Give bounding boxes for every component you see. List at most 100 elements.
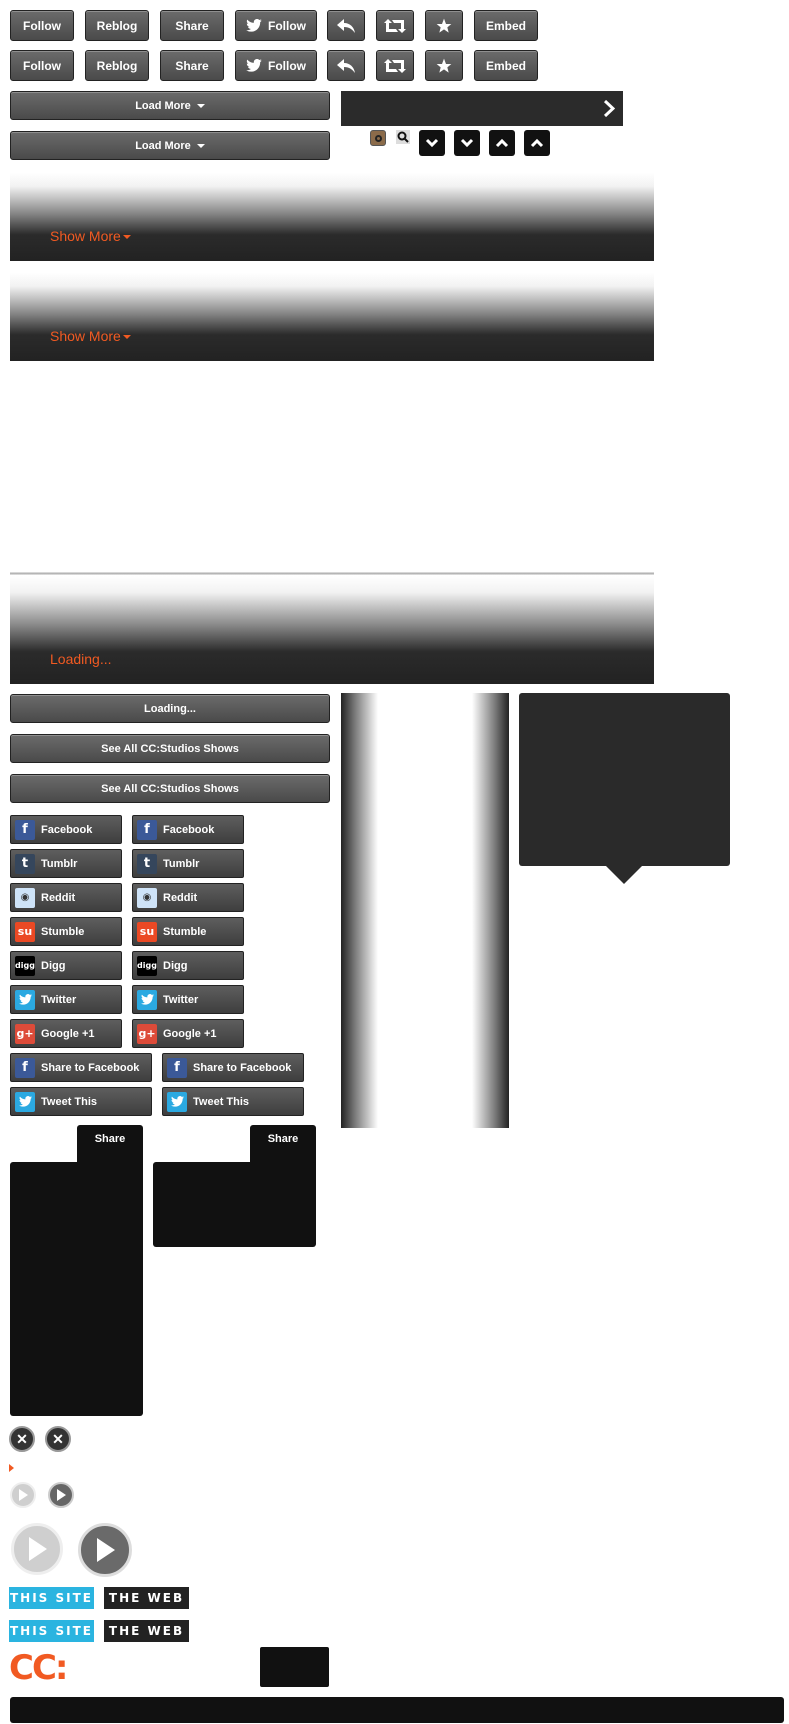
tweet-this-label: Tweet This [193,1095,250,1108]
arrow-down-button-2[interactable] [454,130,480,156]
show-more-label: Show More [50,228,121,244]
tweet-this-button[interactable]: Tweet This [10,1087,152,1116]
divider [10,572,654,575]
retweet-icon [384,58,406,73]
the-web-label: THE WEB [108,1591,185,1605]
see-all-shows-button-2[interactable]: See All CC:Studios Shows [10,774,330,803]
see-all-label: See All CC:Studios Shows [101,782,239,795]
play-large-icon-2[interactable] [78,1523,132,1577]
the-web-tab-2[interactable]: THE WEB [104,1620,189,1642]
reply-button-2[interactable] [327,50,365,81]
twitter-follow-button[interactable]: Follow [235,10,317,41]
instagram-icon[interactable] [370,130,386,146]
reddit-label: Reddit [41,891,76,904]
twitter-bird-icon [137,989,157,1010]
share-to-facebook-button[interactable]: f Share to Facebook [10,1053,152,1082]
favorite-button[interactable] [425,10,463,41]
close-icon[interactable]: ✕ [9,1426,35,1452]
twitter-button-2[interactable]: Twitter [132,985,244,1014]
facebook-icon: f [137,819,157,840]
google-plus-icon: g+ [15,1023,35,1044]
show-more-link[interactable]: Show More [50,228,131,244]
reddit-button-2[interactable]: ◉ Reddit [132,883,244,912]
share-tab-label: Share [94,1133,126,1145]
google-plus-button-2[interactable]: g+ Google +1 [132,1019,244,1048]
share-button-2[interactable]: Share [160,50,224,81]
facebook-button-2[interactable]: f Facebook [132,815,244,844]
favorite-button-2[interactable] [425,50,463,81]
show-more-link-2[interactable]: Show More [50,328,131,344]
stumble-label: Stumble [41,925,85,938]
this-site-tab-2[interactable]: THIS SITE [9,1620,94,1642]
reply-button[interactable] [327,10,365,41]
see-all-shows-button[interactable]: See All CC:Studios Shows [10,734,330,763]
caret-down-icon [122,335,131,340]
play-large-icon[interactable] [11,1523,63,1575]
reply-icon [337,18,355,33]
cc-logo: CC: [9,1648,68,1688]
close-icon-2[interactable]: ✕ [45,1426,71,1452]
facebook-icon: f [167,1057,187,1078]
dark-swatch [260,1647,329,1687]
embed-button-2[interactable]: Embed [474,50,538,81]
digg-button[interactable]: digg Digg [10,951,122,980]
stumble-button[interactable]: su Stumble [10,917,122,946]
facebook-button[interactable]: f Facebook [10,815,122,844]
tweet-this-button-2[interactable]: Tweet This [162,1087,304,1116]
the-web-tab[interactable]: THE WEB [104,1587,189,1609]
retweet-button[interactable] [376,10,414,41]
tumblr-button[interactable]: t Tumblr [10,849,122,878]
reddit-button[interactable]: ◉ Reddit [10,883,122,912]
search-icon[interactable] [396,130,410,144]
digg-label: Digg [163,959,188,972]
twitter-label: Twitter [41,993,77,1006]
show-more-panel-2: Show More [10,273,654,361]
this-site-label: THIS SITE [9,1591,93,1605]
share-to-facebook-button-2[interactable]: f Share to Facebook [162,1053,304,1082]
loading-button[interactable]: Loading... [10,694,330,723]
next-bar[interactable] [341,91,623,126]
arrow-up-button[interactable] [489,130,515,156]
stumble-button-2[interactable]: su Stumble [132,917,244,946]
share-tab[interactable]: Share [77,1125,143,1165]
embed-button[interactable]: Embed [474,10,538,41]
load-more-button[interactable]: Load More [10,91,330,120]
load-more-label: Load More [135,99,191,112]
share-button[interactable]: Share [160,10,224,41]
chevron-down-icon [425,138,439,148]
twitter-follow-button-2[interactable]: Follow [235,50,317,81]
load-more-button-2[interactable]: Load More [10,131,330,160]
footer-bar [10,1697,784,1723]
loading-panel: Loading... [10,576,654,684]
show-more-panel: Show More [10,173,654,261]
play-icon-2[interactable] [48,1482,74,1508]
twitter-button[interactable]: Twitter [10,985,122,1014]
digg-button-2[interactable]: digg Digg [132,951,244,980]
tumblr-icon: t [15,853,35,874]
arrow-up-button-2[interactable] [524,130,550,156]
digg-label: Digg [41,959,66,972]
embed-label: Embed [485,18,526,33]
retweet-button-2[interactable] [376,50,414,81]
share-panel [10,1162,143,1416]
share-tab-2[interactable]: Share [250,1125,316,1165]
digg-icon: digg [137,955,157,976]
tumblr-label: Tumblr [41,857,78,870]
this-site-tab[interactable]: THIS SITE [9,1587,94,1609]
follow-button-2[interactable]: Follow [10,50,74,81]
google-plus-button[interactable]: g+ Google +1 [10,1019,122,1048]
follow-button[interactable]: Follow [10,10,74,41]
play-icon[interactable] [10,1482,36,1508]
follow-label: Follow [23,18,61,33]
reblog-button-2[interactable]: Reblog [85,50,149,81]
share-facebook-label: Share to Facebook [193,1061,292,1074]
reblog-label: Reblog [96,58,138,73]
facebook-label: Facebook [41,823,93,836]
star-icon [436,58,452,73]
loading-text: Loading... [50,651,112,667]
reblog-button[interactable]: Reblog [85,10,149,41]
arrow-down-button[interactable] [419,130,445,156]
tumblr-icon: t [137,853,157,874]
tumblr-button-2[interactable]: t Tumblr [132,849,244,878]
see-all-label: See All CC:Studios Shows [101,742,239,755]
